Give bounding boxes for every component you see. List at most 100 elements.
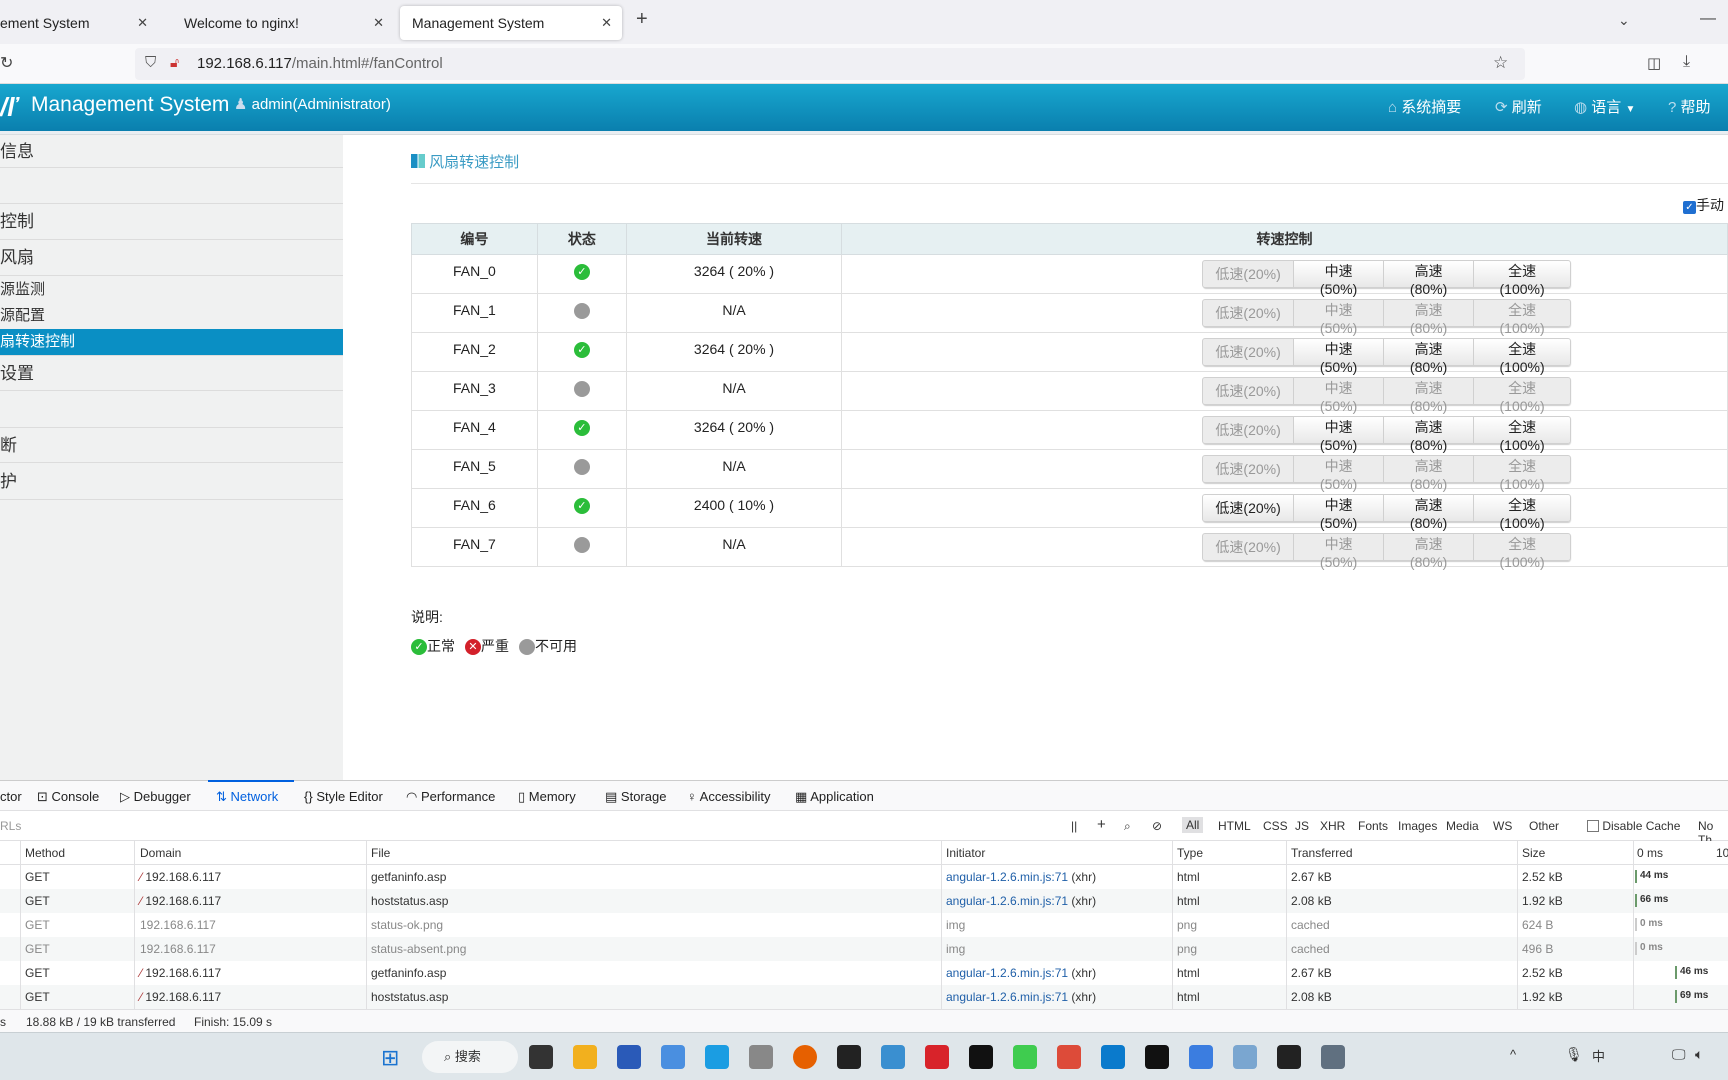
checkbox-icon[interactable]: [1587, 820, 1599, 832]
speed-button[interactable]: 全速(100%): [1473, 533, 1572, 570]
filter-ws[interactable]: WS: [1493, 819, 1512, 833]
browser-tab[interactable]: Welcome to nginx! ✕: [172, 6, 394, 40]
vscode-icon[interactable]: [1101, 1045, 1125, 1069]
initiator[interactable]: angular-1.2.6.min.js:71 (xhr): [946, 990, 1096, 1004]
browser-tab-active[interactable]: Management System ✕: [400, 6, 622, 40]
filter-js[interactable]: JS: [1295, 819, 1309, 833]
cat-app-icon[interactable]: [749, 1045, 773, 1069]
downloads-icon[interactable]: ⤓: [1683, 53, 1690, 71]
close-tab-icon[interactable]: ✕: [601, 6, 612, 40]
windows-start-icon[interactable]: ⊞: [381, 1045, 399, 1071]
speed-button[interactable]: 低速(20%): [1202, 338, 1295, 366]
speed-button[interactable]: 中速(50%): [1293, 416, 1385, 453]
speed-button[interactable]: 全速(100%): [1473, 260, 1572, 297]
speed-button[interactable]: 高速(80%): [1383, 260, 1475, 297]
chrome-icon[interactable]: [1057, 1045, 1081, 1069]
volume-icon[interactable]: 🔈︎: [1695, 1046, 1703, 1063]
search-icon[interactable]: ⌕: [1124, 819, 1131, 834]
request-row[interactable]: GET ⁄ 192.168.6.117 hoststatus.asp angul…: [0, 985, 1728, 1009]
epic-games-icon[interactable]: [1145, 1045, 1169, 1069]
add-icon[interactable]: +: [1097, 816, 1106, 833]
bookmark-star-icon[interactable]: ☆: [1493, 53, 1508, 73]
col-transferred[interactable]: Transferred: [1291, 846, 1353, 860]
close-tab-icon[interactable]: ✕: [373, 6, 384, 40]
speed-button[interactable]: 中速(50%): [1293, 494, 1385, 531]
sidebar-item[interactable]: 信息: [0, 135, 343, 168]
col-type[interactable]: Type: [1177, 846, 1203, 860]
tab-application[interactable]: ▦ Application: [795, 789, 874, 805]
tab-storage[interactable]: ▤ Storage: [605, 789, 666, 805]
new-tab-icon[interactable]: +: [636, 8, 648, 31]
android-app-icon[interactable]: [1013, 1045, 1037, 1069]
nav-language[interactable]: ◍ 语言 ▼: [1574, 96, 1635, 117]
task-view-icon[interactable]: [529, 1045, 553, 1069]
shield-icon[interactable]: ⛉: [145, 54, 156, 71]
network-icon[interactable]: 🖵︎: [1672, 1046, 1686, 1063]
microphone-icon[interactable]: 🎙︎: [1565, 1046, 1583, 1063]
request-row[interactable]: GET 192.168.6.117 status-absent.png img …: [0, 937, 1728, 961]
initiator[interactable]: angular-1.2.6.min.js:71 (xhr): [946, 966, 1096, 980]
block-icon[interactable]: ⊘: [1152, 819, 1162, 833]
speed-button[interactable]: 高速(80%): [1383, 377, 1475, 414]
speed-button[interactable]: 高速(80%): [1383, 416, 1475, 453]
request-row[interactable]: GET ⁄ 192.168.6.117 getfaninfo.asp angul…: [0, 865, 1728, 889]
pocket-icon[interactable]: ◫: [1647, 54, 1661, 72]
initiator[interactable]: angular-1.2.6.min.js:71 (xhr): [946, 870, 1096, 884]
sidebar-item[interactable]: [0, 168, 343, 204]
filter-images[interactable]: Images: [1398, 819, 1437, 833]
obs-icon[interactable]: [1277, 1045, 1301, 1069]
col-size[interactable]: Size: [1522, 846, 1545, 860]
netease-music-icon[interactable]: [925, 1045, 949, 1069]
nav-refresh[interactable]: ⟳ 刷新: [1495, 96, 1542, 117]
url-filter-input[interactable]: RLs: [0, 819, 21, 833]
sidebar-item[interactable]: 风扇: [0, 240, 343, 276]
tab-inspector[interactable]: ctor: [0, 789, 22, 804]
sidebar-subitem[interactable]: 源配置: [0, 303, 343, 329]
speed-button[interactable]: 中速(50%): [1293, 377, 1385, 414]
sidebar-item[interactable]: [0, 391, 343, 428]
manual-checkbox[interactable]: ✓ 手动: [1683, 195, 1724, 215]
filter-css[interactable]: CSS: [1263, 819, 1288, 833]
monitor-icon[interactable]: [1233, 1045, 1257, 1069]
speed-button[interactable]: 全速(100%): [1473, 377, 1572, 414]
sidebar-item[interactable]: 控制: [0, 204, 343, 240]
tab-accessibility[interactable]: ♀ Accessibility: [687, 789, 770, 804]
col-domain[interactable]: Domain: [140, 846, 181, 860]
tab-debugger[interactable]: ▷ Debugger: [120, 789, 191, 805]
speed-button[interactable]: 高速(80%): [1383, 494, 1475, 531]
checkbox-checked-icon[interactable]: ✓: [1683, 201, 1696, 214]
taskbar-search[interactable]: ⌕ 搜索: [422, 1041, 518, 1073]
filter-xhr[interactable]: XHR: [1320, 819, 1345, 833]
speed-button[interactable]: 中速(50%): [1293, 260, 1385, 297]
insecure-lock-icon[interactable]: 🔓︎: [170, 54, 179, 71]
ime-icon[interactable]: 中: [1592, 1046, 1605, 1065]
close-tab-icon[interactable]: ✕: [137, 6, 148, 40]
col-waterfall[interactable]: 0 ms: [1637, 846, 1663, 860]
speed-button[interactable]: 高速(80%): [1383, 533, 1475, 570]
speed-button[interactable]: 中速(50%): [1293, 533, 1385, 570]
tab-console[interactable]: ⊡ Console: [37, 789, 99, 805]
tray-chevron-icon[interactable]: ^: [1510, 1047, 1516, 1062]
tab-list-chevron-icon[interactable]: ⌄: [1618, 12, 1630, 29]
nav-summary[interactable]: ⌂ 系统摘要: [1388, 96, 1461, 117]
sidebar-item[interactable]: 断: [0, 428, 343, 463]
tab-network[interactable]: ⇅ Network: [216, 789, 278, 805]
request-row[interactable]: GET ⁄ 192.168.6.117 getfaninfo.asp angul…: [0, 961, 1728, 985]
col-file[interactable]: File: [371, 846, 390, 860]
filter-media[interactable]: Media: [1446, 819, 1479, 833]
edge-icon[interactable]: [705, 1045, 729, 1069]
remote-desktop-icon[interactable]: [881, 1045, 905, 1069]
file-explorer-icon[interactable]: [573, 1045, 597, 1069]
sidebar-item[interactable]: 护: [0, 463, 343, 500]
col-method[interactable]: Method: [25, 846, 65, 860]
speed-button[interactable]: 高速(80%): [1383, 338, 1475, 375]
sidebar-item[interactable]: 设置: [0, 355, 343, 391]
speed-button[interactable]: 高速(80%): [1383, 455, 1475, 492]
speed-button[interactable]: 低速(20%): [1202, 533, 1295, 561]
sidebar-subitem[interactable]: 源监测: [0, 277, 343, 303]
filter-other[interactable]: Other: [1529, 819, 1559, 833]
initiator[interactable]: angular-1.2.6.min.js:71 (xhr): [946, 894, 1096, 908]
settings-icon[interactable]: [1321, 1045, 1345, 1069]
speed-button[interactable]: 全速(100%): [1473, 416, 1572, 453]
speed-button[interactable]: 中速(50%): [1293, 338, 1385, 375]
